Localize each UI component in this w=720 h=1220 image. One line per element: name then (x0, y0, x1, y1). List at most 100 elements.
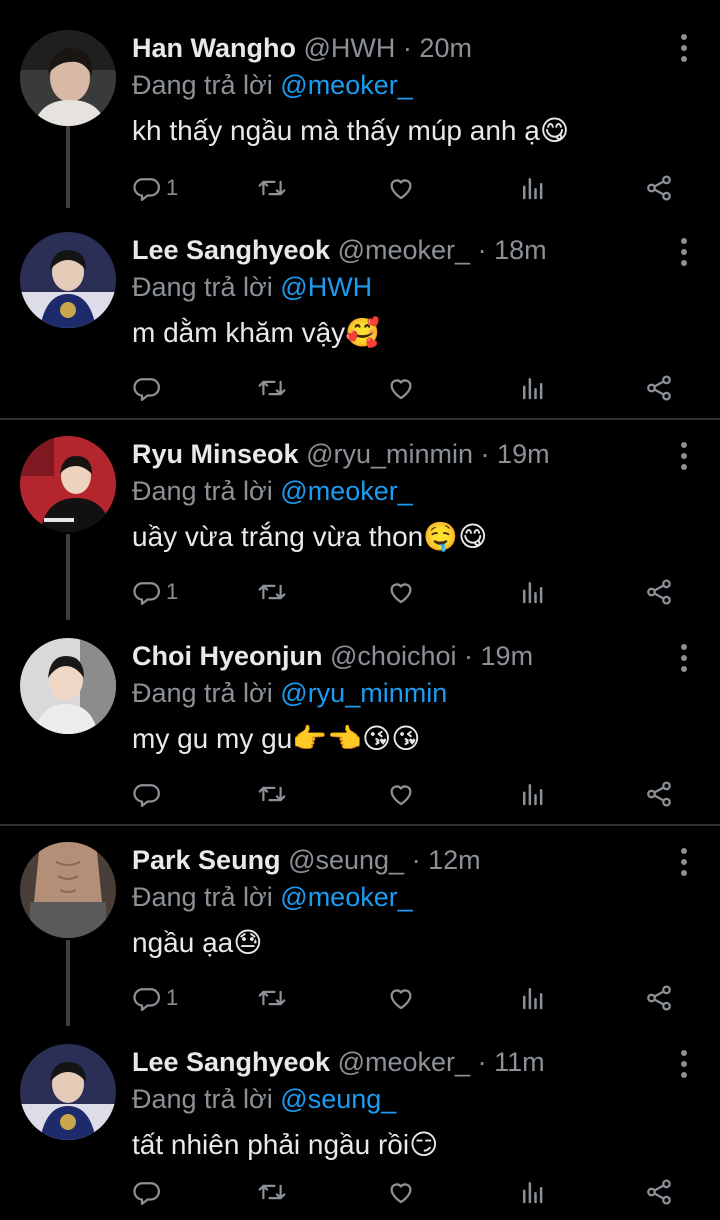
heart-icon (390, 379, 412, 400)
reply-button[interactable] (132, 366, 166, 410)
replying-to-label: Đang trả lời (132, 882, 273, 912)
timestamp[interactable]: 12m (428, 845, 481, 875)
share-button[interactable] (644, 976, 674, 1020)
share-button[interactable] (644, 366, 674, 410)
reply-button[interactable]: 1 (132, 976, 178, 1020)
replying-to: Đang trả lời @HWH (132, 268, 372, 306)
like-button[interactable] (386, 366, 416, 410)
retweet-button[interactable] (256, 976, 288, 1020)
retweet-icon (258, 180, 286, 196)
timestamp[interactable]: 18m (494, 235, 547, 265)
tweet-park-seung[interactable]: Park Seung @seung_ · 12m Đang trả lời @m… (0, 826, 720, 1026)
more-vertical-icon[interactable] (676, 438, 692, 474)
more-vertical-icon[interactable] (676, 640, 692, 676)
separator-dot: · (411, 845, 421, 875)
timestamp[interactable]: 11m (494, 1047, 545, 1077)
replying-to-label: Đang trả lời (132, 272, 273, 302)
tweet-header: Ryu Minseok @ryu_minmin · 19m (132, 434, 550, 474)
like-button[interactable] (386, 166, 416, 210)
tweet-text: my gu my gu👉👈😘😘 (132, 723, 421, 754)
more-vertical-icon[interactable] (676, 30, 692, 66)
display-name[interactable]: Han Wangho (132, 33, 296, 63)
more-vertical-icon[interactable] (676, 1046, 692, 1082)
share-button[interactable] (644, 166, 674, 210)
share-button[interactable] (644, 1170, 674, 1214)
tweet-lee-sanghyeok[interactable]: Lee Sanghyeok @meoker_ · 18m Đang trả lờ… (0, 208, 720, 418)
stats-button[interactable] (518, 976, 548, 1020)
retweet-button[interactable] (256, 570, 288, 614)
display-name[interactable]: Choi Hyeonjun (132, 641, 323, 671)
user-handle[interactable]: @meoker_ (338, 235, 470, 265)
reply-button[interactable] (132, 1170, 166, 1214)
mention-link[interactable]: @seung_ (280, 1084, 396, 1114)
avatar[interactable] (20, 842, 116, 938)
reply-icon (133, 378, 160, 401)
share-button[interactable] (644, 772, 674, 816)
tweet-ryu-minseok[interactable]: Ryu Minseok @ryu_minmin · 19m Đang trả l… (0, 420, 720, 620)
heart-icon (390, 179, 412, 200)
reply-button[interactable]: 1 (132, 570, 178, 614)
display-name[interactable]: Lee Sanghyeok (132, 235, 330, 265)
mention-link[interactable]: @meoker_ (280, 70, 412, 100)
like-button[interactable] (386, 1170, 416, 1214)
thread-connector (66, 122, 70, 208)
tweet-choi-hyeonjun[interactable]: Choi Hyeonjun @choichoi · 19m Đang trả l… (0, 620, 720, 824)
separator-dot: · (402, 33, 412, 63)
like-button[interactable] (386, 570, 416, 614)
mention-link[interactable]: @HWH (280, 272, 372, 302)
timestamp[interactable]: 20m (419, 33, 472, 63)
avatar[interactable] (20, 436, 116, 532)
reply-button[interactable]: 1 (132, 166, 178, 210)
retweet-button[interactable] (256, 772, 288, 816)
analytics-icon (523, 378, 543, 400)
stats-button[interactable] (518, 772, 548, 816)
mention-link[interactable]: @meoker_ (280, 476, 412, 506)
share-icon (647, 375, 671, 401)
user-handle[interactable]: @choichoi (330, 641, 456, 671)
action-bar: 1 (132, 976, 692, 1020)
replying-to-label: Đang trả lời (132, 678, 273, 708)
tweet-han-wangho[interactable]: Han Wangho @HWH · 20m Đang trả lời @meok… (0, 0, 720, 208)
timestamp[interactable]: 19m (497, 439, 550, 469)
avatar[interactable] (20, 232, 116, 328)
share-icon (647, 1179, 671, 1205)
reply-icon (133, 582, 160, 605)
like-button[interactable] (386, 772, 416, 816)
avatar[interactable] (20, 30, 116, 126)
timestamp[interactable]: 19m (481, 641, 534, 671)
retweet-button[interactable] (256, 366, 288, 410)
stats-button[interactable] (518, 366, 548, 410)
user-handle[interactable]: @seung_ (288, 845, 404, 875)
retweet-icon (258, 990, 286, 1006)
retweet-button[interactable] (256, 166, 288, 210)
replying-to: Đang trả lời @meoker_ (132, 878, 413, 916)
avatar[interactable] (20, 1044, 116, 1140)
retweet-button[interactable] (256, 1170, 288, 1214)
mention-link[interactable]: @ryu_minmin (280, 678, 447, 708)
display-name[interactable]: Ryu Minseok (132, 439, 299, 469)
replying-to-label: Đang trả lời (132, 1084, 273, 1114)
display-name[interactable]: Lee Sanghyeok (132, 1047, 330, 1077)
user-handle[interactable]: @HWH (304, 33, 396, 63)
share-button[interactable] (644, 570, 674, 614)
user-handle[interactable]: @ryu_minmin (306, 439, 473, 469)
avatar[interactable] (20, 638, 116, 734)
stats-button[interactable] (518, 570, 548, 614)
tweet-lee-sanghyeok-2[interactable]: Lee Sanghyeok @meoker_ · 11m Đang trả lờ… (0, 1026, 720, 1218)
stats-button[interactable] (518, 1170, 548, 1214)
reply-button[interactable] (132, 772, 166, 816)
user-handle[interactable]: @meoker_ (338, 1047, 470, 1077)
analytics-icon (523, 988, 543, 1010)
more-vertical-icon[interactable] (676, 234, 692, 270)
stats-button[interactable] (518, 166, 548, 210)
more-vertical-icon[interactable] (676, 844, 692, 880)
reply-icon (133, 784, 160, 807)
separator-dot: · (464, 641, 474, 671)
action-bar (132, 772, 692, 816)
tweet-text: m dằm khăm vậy🥰 (132, 317, 381, 348)
like-button[interactable] (386, 976, 416, 1020)
mention-link[interactable]: @meoker_ (280, 882, 412, 912)
display-name[interactable]: Park Seung (132, 845, 281, 875)
reply-icon (133, 1182, 160, 1205)
tweet-header: Lee Sanghyeok @meoker_ · 18m (132, 230, 547, 270)
